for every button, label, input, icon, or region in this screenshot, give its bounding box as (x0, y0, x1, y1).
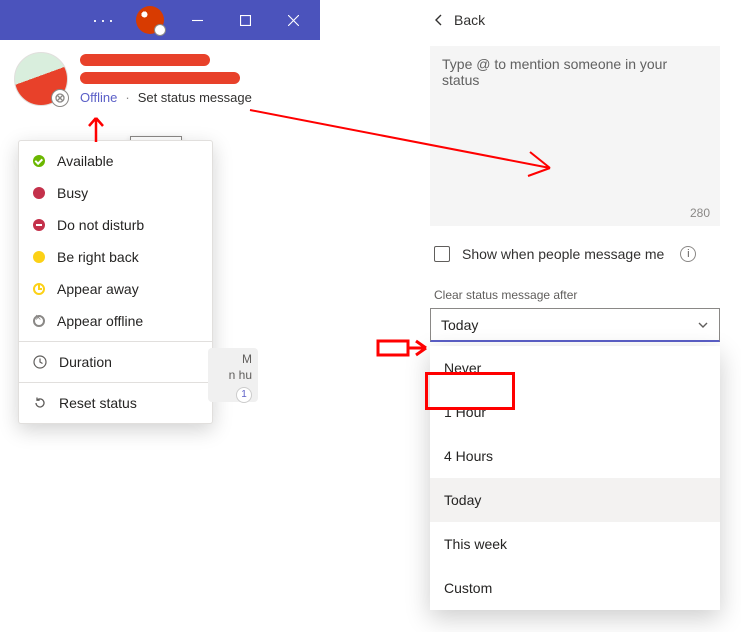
status-message-panel: Back Type @ to mention someone in your s… (430, 6, 730, 610)
presence-dropdown: Available Busy Do not disturb Be right b… (18, 140, 213, 424)
status-away[interactable]: Appear away (19, 273, 212, 305)
presence-link[interactable]: Offline (80, 90, 117, 105)
status-label: Busy (57, 185, 88, 201)
reset-label: Reset status (59, 395, 137, 411)
chat-line: n hu (229, 368, 252, 382)
away-icon (33, 283, 45, 295)
more-icon[interactable]: ··· (82, 10, 126, 31)
option-4hours[interactable]: 4 Hours (430, 434, 720, 478)
status-label: Appear offline (57, 313, 143, 329)
show-when-checkbox[interactable] (434, 246, 450, 262)
window-titlebar: ··· (0, 0, 320, 40)
chevron-down-icon (697, 319, 709, 331)
status-label: Appear away (57, 281, 139, 297)
char-counter: 280 (690, 206, 710, 220)
close-button[interactable] (270, 0, 316, 40)
clock-icon (33, 355, 47, 369)
brb-icon (33, 251, 45, 263)
titlebar-avatar[interactable] (136, 6, 164, 34)
show-when-row[interactable]: Show when people message me i (430, 226, 730, 270)
option-thisweek[interactable]: This week (430, 522, 720, 566)
status-available[interactable]: Available (19, 145, 212, 177)
status-brb[interactable]: Be right back (19, 241, 212, 273)
chevron-left-icon (434, 13, 444, 27)
presence-badge-icon (51, 89, 69, 107)
status-offline[interactable]: Appear offline (19, 305, 212, 337)
clear-after-label: Clear status message after (430, 270, 730, 308)
available-icon (33, 155, 45, 167)
chat-preview: M n hu 1 (208, 348, 258, 402)
unread-badge: 1 (236, 387, 252, 403)
annotation-arrow-select (378, 337, 428, 364)
annotation-box-never (425, 372, 515, 410)
minimize-button[interactable] (174, 0, 220, 40)
busy-icon (33, 187, 45, 199)
separator: · (125, 90, 129, 105)
redacted-name (80, 54, 210, 66)
status-label: Do not disturb (57, 217, 144, 233)
status-message-input[interactable]: Type @ to mention someone in your status… (430, 46, 720, 226)
select-value: Today (441, 317, 478, 333)
profile-name-block: Offline · Set status message (80, 52, 306, 106)
status-label: Available (57, 153, 114, 169)
reset-icon (33, 396, 47, 410)
profile-header: Offline · Set status message (0, 40, 320, 110)
back-label: Back (454, 12, 485, 28)
option-today[interactable]: Today (430, 478, 720, 522)
duration-label: Duration (59, 354, 112, 370)
divider (19, 382, 212, 383)
dnd-icon (33, 219, 45, 231)
back-button[interactable]: Back (430, 6, 730, 46)
status-dnd[interactable]: Do not disturb (19, 209, 212, 241)
clear-after-select[interactable]: Today (430, 308, 720, 342)
chat-line: M (242, 352, 252, 366)
divider (19, 341, 212, 342)
status-duration[interactable]: Duration (19, 346, 212, 378)
maximize-button[interactable] (222, 0, 268, 40)
set-status-message-link[interactable]: Set status message (138, 90, 252, 105)
redacted-email (80, 72, 240, 84)
status-label: Be right back (57, 249, 139, 265)
avatar[interactable] (14, 52, 68, 106)
show-when-label: Show when people message me (462, 246, 664, 262)
option-custom[interactable]: Custom (430, 566, 720, 610)
status-placeholder: Type @ to mention someone in your status (442, 56, 667, 88)
info-icon[interactable]: i (680, 246, 696, 262)
offline-icon (33, 315, 45, 327)
status-busy[interactable]: Busy (19, 177, 212, 209)
status-reset[interactable]: Reset status (19, 387, 212, 419)
